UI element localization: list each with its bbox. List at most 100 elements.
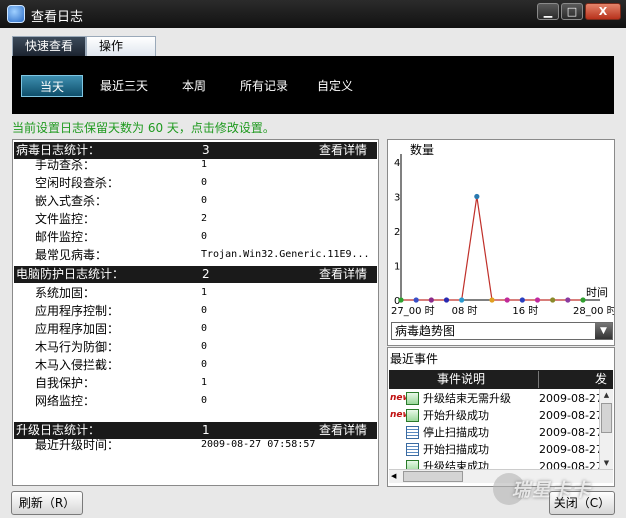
refresh-button[interactable]: 刷新（R） bbox=[11, 491, 83, 515]
tab-quick-view[interactable]: 快速查看 bbox=[12, 36, 86, 56]
tab-operations[interactable]: 操作 bbox=[86, 36, 156, 56]
filter-this-week-button[interactable]: 本周 bbox=[172, 75, 216, 97]
data-point bbox=[428, 297, 434, 303]
stat-row: 嵌入式查杀： 0 bbox=[13, 192, 376, 210]
stat-value: 0 bbox=[201, 395, 208, 406]
stat-row: 最常见病毒： Trojan.Win32.Generic.11E9... bbox=[13, 246, 376, 264]
stat-row: 木马入侵拦截： 0 bbox=[13, 356, 376, 374]
event-row[interactable]: new 升级结束无需升级 2009-08-27 bbox=[389, 390, 603, 407]
stat-label: 最常见病毒： bbox=[35, 248, 108, 262]
scroll-down-icon[interactable]: ▼ bbox=[600, 457, 613, 469]
title-bar: 查看日志 ▁ □ X bbox=[0, 0, 626, 28]
chart-type-select[interactable]: 病毒趋势图 ▼ bbox=[391, 322, 613, 340]
stat-row: 应用程序加固： 0 bbox=[13, 320, 376, 338]
event-description: 升级结束成功 bbox=[423, 460, 489, 469]
event-row[interactable]: 停止扫描成功 2009-08-27 bbox=[389, 424, 603, 441]
recent-events-panel: 最近事件 事件说明 发 new 升级结束无需升级 2009-08-27 new … bbox=[387, 347, 615, 487]
stat-value: 0 bbox=[201, 195, 208, 206]
date-filter-bar: 当天 最近三天 本周 所有记录 自定义 bbox=[12, 56, 614, 114]
x-tick-label: 08 时 bbox=[452, 305, 478, 317]
event-date: 2009-08-27 bbox=[539, 409, 603, 422]
scroll-thumb[interactable] bbox=[403, 471, 463, 482]
event-row[interactable]: 升级结束成功 2009-08-27 bbox=[389, 458, 599, 469]
y-axis-label: 数量 bbox=[410, 142, 434, 157]
stat-label: 最近升级时间： bbox=[35, 438, 120, 452]
y-tick-label: 2 bbox=[394, 227, 400, 238]
section-count: 2 bbox=[202, 267, 210, 281]
stat-value: 2 bbox=[201, 213, 208, 224]
chevron-down-icon[interactable]: ▼ bbox=[595, 323, 612, 339]
stat-row: 应用程序控制： 0 bbox=[13, 302, 376, 320]
filter-last-three-days-button[interactable]: 最近三天 bbox=[92, 75, 156, 97]
stat-label: 应用程序控制： bbox=[35, 304, 120, 318]
stat-label: 网络监控： bbox=[35, 394, 96, 408]
y-tick-label: 4 bbox=[394, 158, 400, 169]
stat-row: 自我保护： 1 bbox=[13, 374, 376, 392]
stat-label: 邮件监控： bbox=[35, 230, 96, 244]
stat-row: 空闲时段查杀： 0 bbox=[13, 174, 376, 192]
stat-value: 1 bbox=[201, 159, 208, 170]
vertical-scrollbar[interactable]: ▲ ▼ bbox=[599, 389, 613, 469]
protection-log-header: 电脑防护日志统计： 2 查看详情 bbox=[14, 266, 377, 283]
data-point bbox=[519, 297, 525, 303]
filter-today-button[interactable]: 当天 bbox=[21, 75, 83, 97]
stat-label: 应用程序加固： bbox=[35, 322, 120, 336]
x-tick-label: 27_00 时 bbox=[391, 305, 435, 317]
data-point bbox=[550, 297, 556, 303]
x-axis-label: 时间 bbox=[586, 286, 608, 299]
event-description: 升级结束无需升级 bbox=[423, 392, 511, 405]
data-point bbox=[398, 297, 404, 303]
stat-label: 手动查杀： bbox=[35, 158, 96, 172]
stat-value: Trojan.Win32.Generic.11E9... bbox=[201, 249, 370, 260]
stat-label: 自我保护： bbox=[35, 376, 96, 390]
chart-type-value: 病毒趋势图 bbox=[395, 324, 456, 338]
window-title: 查看日志 bbox=[31, 10, 84, 25]
column-divider[interactable] bbox=[538, 371, 539, 388]
upgrade-icon bbox=[406, 409, 419, 422]
stat-value: 0 bbox=[201, 323, 208, 334]
filter-all-records-button[interactable]: 所有记录 bbox=[234, 75, 294, 97]
data-point bbox=[474, 193, 480, 200]
x-tick-label: 16 时 bbox=[512, 305, 538, 317]
stat-value: 1 bbox=[201, 287, 208, 298]
stat-label: 木马行为防御： bbox=[35, 340, 120, 354]
upgrade-icon bbox=[406, 460, 419, 469]
stat-value: 0 bbox=[201, 231, 208, 242]
event-date: 2009-08-27 bbox=[539, 392, 603, 405]
stat-value: 1 bbox=[201, 377, 208, 388]
scroll-left-icon[interactable]: ◀ bbox=[391, 470, 396, 483]
data-point bbox=[580, 297, 586, 303]
stat-value: 0 bbox=[201, 359, 208, 370]
close-window-button[interactable]: X bbox=[585, 3, 621, 20]
scroll-up-icon[interactable]: ▲ bbox=[600, 389, 613, 401]
close-button[interactable]: 关闭（C） bbox=[549, 491, 615, 515]
retention-settings-link[interactable]: 当前设置日志保留天数为 60 天，点击修改设置。 bbox=[12, 119, 275, 136]
column-header-description[interactable]: 事件说明 bbox=[437, 370, 485, 389]
horizontal-scrollbar[interactable]: ◀ bbox=[389, 469, 613, 483]
data-point bbox=[504, 297, 510, 303]
event-date: 2009-08-27 bbox=[539, 426, 603, 439]
event-date: 2009-08-27 bbox=[539, 443, 603, 456]
stat-label: 木马入侵拦截： bbox=[35, 358, 120, 372]
protection-details-link[interactable]: 查看详情 bbox=[319, 266, 367, 283]
column-header-time[interactable]: 发 bbox=[595, 370, 607, 389]
minimize-button[interactable]: ▁ bbox=[537, 3, 559, 20]
y-tick-label: 3 bbox=[394, 193, 400, 204]
event-date: 2009-08-27 bbox=[539, 460, 599, 469]
event-row[interactable]: new 开始升级成功 2009-08-27 bbox=[389, 407, 603, 424]
series-line bbox=[401, 196, 583, 301]
stat-label: 文件监控： bbox=[35, 212, 96, 226]
stat-label: 嵌入式查杀： bbox=[35, 194, 108, 208]
event-row[interactable]: 开始扫描成功 2009-08-27 bbox=[389, 441, 603, 458]
maximize-button[interactable]: □ bbox=[561, 3, 583, 20]
stat-row: 文件监控： 2 bbox=[13, 210, 376, 228]
events-table-header: 事件说明 发 bbox=[389, 370, 613, 389]
event-description: 开始升级成功 bbox=[423, 409, 489, 422]
data-point bbox=[489, 297, 495, 303]
stat-value: 0 bbox=[201, 177, 208, 188]
section-title: 电脑防护日志统计： bbox=[16, 267, 125, 281]
event-description: 停止扫描成功 bbox=[423, 426, 489, 439]
filter-custom-button[interactable]: 自定义 bbox=[311, 75, 359, 97]
scroll-thumb[interactable] bbox=[601, 403, 612, 433]
stat-row: 手动查杀： 1 bbox=[13, 156, 376, 174]
